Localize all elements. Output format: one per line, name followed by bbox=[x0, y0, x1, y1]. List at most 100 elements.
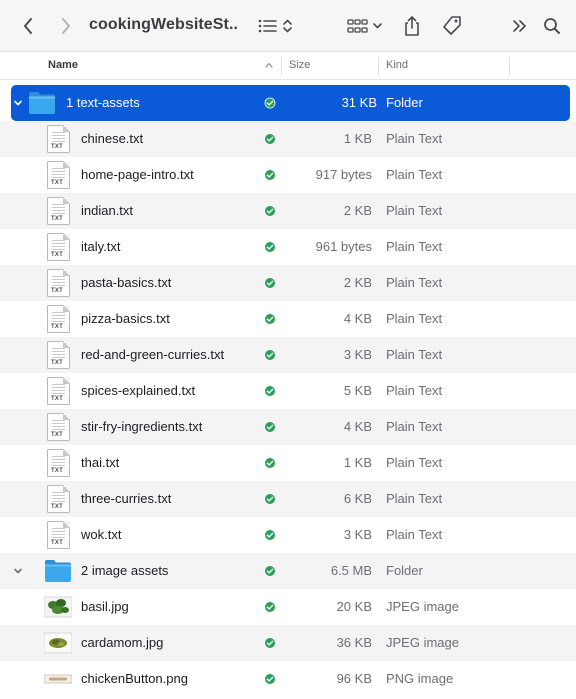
column-size[interactable]: Size bbox=[289, 52, 310, 80]
synced-check-icon bbox=[265, 566, 275, 576]
file-row[interactable]: TXT pasta-basics.txt 2 KB Plain Text bbox=[0, 265, 576, 301]
text-file-icon: TXT bbox=[44, 304, 72, 334]
synced-check-icon bbox=[265, 170, 275, 180]
text-file-icon: TXT bbox=[44, 232, 72, 262]
file-name: chickenButton.png bbox=[81, 671, 188, 686]
file-kind: Plain Text bbox=[386, 275, 443, 290]
search-button[interactable] bbox=[540, 0, 564, 52]
file-size: 31 KB bbox=[341, 95, 377, 110]
folder-row[interactable]: 1 text-assets 31 KB Folder bbox=[11, 85, 570, 121]
file-row[interactable]: cardamom.jpg 36 KB JPEG image bbox=[0, 625, 576, 661]
disclosure-chevron-icon[interactable] bbox=[12, 97, 24, 109]
file-size: 20 KB bbox=[336, 599, 372, 614]
file-row[interactable]: TXT indian.txt 2 KB Plain Text bbox=[0, 193, 576, 229]
file-name: indian.txt bbox=[81, 203, 134, 218]
file-kind: Plain Text bbox=[386, 491, 443, 506]
column-kind[interactable]: Kind bbox=[386, 52, 408, 80]
window-title: cookingWebsiteSt... bbox=[89, 16, 239, 33]
tags-button[interactable] bbox=[440, 0, 464, 52]
column-name[interactable]: Name bbox=[48, 52, 78, 80]
text-file-icon: TXT bbox=[44, 196, 72, 226]
text-file-icon: TXT bbox=[44, 376, 72, 406]
file-name: 2 image assets bbox=[81, 563, 169, 578]
file-row[interactable]: TXT red-and-green-curries.txt 3 KB Plain Te… bbox=[0, 337, 576, 373]
file-name: cardamom.jpg bbox=[81, 635, 164, 650]
file-row[interactable]: TXT wok.txt 3 KB Plain Text bbox=[0, 517, 576, 553]
file-kind: Folder bbox=[386, 563, 423, 578]
synced-check-icon bbox=[265, 206, 275, 216]
folder-row[interactable]: 2 image assets 6.5 MB Folder bbox=[0, 553, 576, 589]
synced-check-icon bbox=[265, 278, 275, 288]
file-name: spices-explained.txt bbox=[81, 383, 196, 398]
column-header: Name Size Kind bbox=[0, 52, 576, 80]
tag-icon bbox=[443, 16, 461, 35]
file-name: chinese.txt bbox=[81, 131, 144, 146]
synced-check-icon bbox=[265, 134, 275, 144]
column-divider[interactable] bbox=[281, 57, 282, 75]
file-row[interactable]: TXT italy.txt 961 bytes Plain Text bbox=[0, 229, 576, 265]
file-kind: Folder bbox=[386, 95, 423, 110]
file-row[interactable]: TXT stir-fry-ingredients.txt 4 KB Plain Tex… bbox=[0, 409, 576, 445]
file-size: 961 bytes bbox=[315, 239, 372, 254]
file-size: 4 KB bbox=[343, 311, 372, 326]
file-row[interactable]: TXT spices-explained.txt 5 KB Plain Text bbox=[0, 373, 576, 409]
file-name: red-and-green-curries.txt bbox=[81, 347, 225, 362]
sort-ascending-icon bbox=[265, 62, 273, 68]
synced-check-icon bbox=[264, 97, 276, 109]
synced-check-icon bbox=[265, 242, 275, 252]
file-size: 96 KB bbox=[336, 671, 372, 686]
synced-check-icon bbox=[265, 314, 275, 324]
file-size: 2 KB bbox=[343, 275, 372, 290]
file-size: 2 KB bbox=[343, 203, 372, 218]
column-divider[interactable] bbox=[378, 57, 379, 75]
text-file-icon: TXT bbox=[44, 448, 72, 478]
share-button[interactable] bbox=[400, 0, 424, 52]
button-thumbnail bbox=[43, 664, 73, 694]
disclosure-chevron-icon[interactable] bbox=[12, 565, 24, 577]
file-name: pasta-basics.txt bbox=[81, 275, 172, 290]
double-chevron-icon bbox=[513, 20, 526, 32]
view-options-button[interactable] bbox=[346, 0, 386, 52]
column-divider[interactable] bbox=[509, 57, 510, 75]
text-file-icon: TXT bbox=[44, 124, 72, 154]
forward-button[interactable] bbox=[54, 0, 78, 52]
file-row[interactable]: TXT chinese.txt 1 KB Plain Text bbox=[0, 121, 576, 157]
text-file-icon: TXT bbox=[44, 268, 72, 298]
group-sort-button[interactable] bbox=[256, 0, 296, 52]
toolbar: cookingWebsiteSt... bbox=[0, 0, 576, 52]
file-size: 1 KB bbox=[343, 131, 372, 146]
file-kind: Plain Text bbox=[386, 347, 443, 362]
folder-icon bbox=[44, 556, 72, 586]
back-button[interactable] bbox=[16, 0, 40, 52]
grid-view-icon bbox=[347, 19, 382, 33]
synced-check-icon bbox=[265, 638, 275, 648]
file-row[interactable]: TXT three-curries.txt 6 KB Plain Text bbox=[0, 481, 576, 517]
file-name: home-page-intro.txt bbox=[81, 167, 194, 182]
text-file-icon: TXT bbox=[44, 160, 72, 190]
list-sort-icon bbox=[258, 19, 292, 33]
file-kind: JPEG image bbox=[386, 599, 459, 614]
synced-check-icon bbox=[265, 602, 275, 612]
synced-check-icon bbox=[265, 674, 275, 684]
file-list: 1 text-assets 31 KB Folder TXT chinese.txt 1 … bbox=[0, 85, 576, 697]
file-kind: Plain Text bbox=[386, 167, 443, 182]
basil-thumbnail bbox=[43, 592, 73, 622]
file-kind: Plain Text bbox=[386, 455, 443, 470]
file-name: thai.txt bbox=[81, 455, 120, 470]
text-file-icon: TXT bbox=[44, 340, 72, 370]
file-size: 3 KB bbox=[343, 347, 372, 362]
file-kind: Plain Text bbox=[386, 311, 443, 326]
file-row[interactable]: TXT thai.txt 1 KB Plain Text bbox=[0, 445, 576, 481]
file-row[interactable]: TXT home-page-intro.txt 917 bytes Plain Tex… bbox=[0, 157, 576, 193]
file-name: basil.jpg bbox=[81, 599, 129, 614]
file-row[interactable]: basil.jpg 20 KB JPEG image bbox=[0, 589, 576, 625]
text-file-icon: TXT bbox=[44, 484, 72, 514]
more-toolbar-button[interactable] bbox=[510, 0, 530, 52]
file-kind: JPEG image bbox=[386, 635, 459, 650]
file-row[interactable]: chickenButton.png 96 KB PNG image bbox=[0, 661, 576, 697]
file-row[interactable]: TXT pizza-basics.txt 4 KB Plain Text bbox=[0, 301, 576, 337]
file-kind: Plain Text bbox=[386, 527, 443, 542]
text-file-icon: TXT bbox=[44, 520, 72, 550]
share-icon bbox=[405, 16, 419, 36]
synced-check-icon bbox=[265, 494, 275, 504]
